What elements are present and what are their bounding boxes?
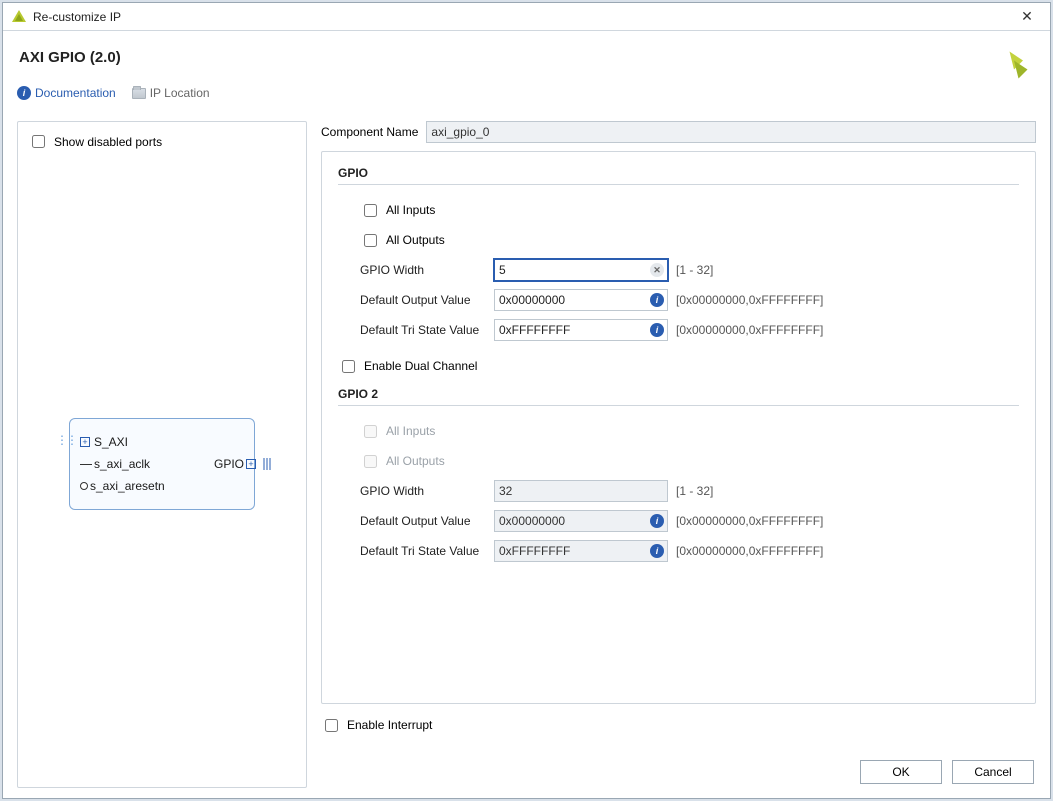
gpio2-default-tri-range: [0x00000000,0xFFFFFFFF] <box>676 544 823 558</box>
config-pane: Component Name GPIO All Inputs <box>321 121 1036 788</box>
gpio-width-label: GPIO Width <box>360 263 486 277</box>
component-name-label: Component Name <box>321 125 418 139</box>
enable-interrupt-label: Enable Interrupt <box>347 718 432 732</box>
vivado-logo-icon <box>996 47 1032 83</box>
app-icon <box>11 9 27 25</box>
preview-pane: Show disabled ports ⋮⋮ + S_AXI s_axi_acl… <box>17 121 307 788</box>
gpio2-width-range: [1 - 32] <box>676 484 713 498</box>
ip-location-label: IP Location <box>150 86 210 100</box>
dialog-footer: OK Cancel <box>321 750 1036 788</box>
info-icon: i <box>17 86 31 100</box>
info-icon[interactable]: i <box>650 293 664 307</box>
dialog-window: Re-customize IP ✕ AXI GPIO (2.0) i Docum… <box>2 2 1051 799</box>
port-aclk: s_axi_aclk <box>94 457 150 471</box>
gpio-all-inputs-checkbox[interactable]: All Inputs <box>360 201 435 220</box>
ip-symbol-canvas: ⋮⋮ + S_AXI s_axi_aclk s_axi_aresetn <box>28 151 296 777</box>
gpio-all-outputs-label: All Outputs <box>386 233 445 247</box>
ip-title: AXI GPIO (2.0) <box>19 49 121 66</box>
gpio2-width-label: GPIO Width <box>360 484 486 498</box>
gpio2-all-outputs-input <box>364 455 377 468</box>
window-title: Re-customize IP <box>33 10 1012 24</box>
gpio-width-range: [1 - 32] <box>676 263 713 277</box>
gpio-default-tri-label: Default Tri State Value <box>360 323 486 337</box>
show-disabled-ports-checkbox[interactable]: Show disabled ports <box>28 132 296 151</box>
bus-dots-icon: ⋮⋮ <box>56 433 76 447</box>
gpio2-all-inputs-checkbox: All Inputs <box>360 422 435 441</box>
show-disabled-ports-label: Show disabled ports <box>54 135 162 149</box>
gpio-default-output-input[interactable] <box>494 289 668 311</box>
expand-icon[interactable]: + <box>80 437 90 447</box>
clear-icon[interactable]: ✕ <box>650 263 664 277</box>
info-icon: i <box>650 544 664 558</box>
enable-dual-channel-input[interactable] <box>342 360 355 373</box>
folder-icon <box>132 88 146 99</box>
gpio-default-tri-input[interactable] <box>494 319 668 341</box>
gpio2-all-outputs-label: All Outputs <box>386 454 445 468</box>
gpio-width-input[interactable] <box>494 259 668 281</box>
gpio-default-tri-range: [0x00000000,0xFFFFFFFF] <box>676 323 823 337</box>
gpio2-all-outputs-checkbox: All Outputs <box>360 452 445 471</box>
gpio2-width-input <box>494 480 668 502</box>
documentation-label: Documentation <box>35 86 116 100</box>
info-icon[interactable]: i <box>650 323 664 337</box>
expand-icon-gpio[interactable]: + <box>246 459 256 469</box>
port-aresetn: s_axi_aresetn <box>90 479 165 493</box>
port-gpio: GPIO <box>214 457 244 471</box>
enable-interrupt-input[interactable] <box>325 719 338 732</box>
titlebar: Re-customize IP ✕ <box>3 3 1050 31</box>
gpio-default-output-label: Default Output Value <box>360 293 486 307</box>
gpio-all-inputs-label: All Inputs <box>386 203 435 217</box>
info-icon: i <box>650 514 664 528</box>
gpio2-all-inputs-label: All Inputs <box>386 424 435 438</box>
clk-stub-icon <box>80 464 92 465</box>
gpio2-heading: GPIO 2 <box>338 387 1019 406</box>
gpio2-default-output-input <box>494 510 668 532</box>
toolbar: i Documentation IP Location <box>17 84 1036 111</box>
cancel-button[interactable]: Cancel <box>952 760 1034 784</box>
gpio-default-output-range: [0x00000000,0xFFFFFFFF] <box>676 293 823 307</box>
gpio-all-inputs-input[interactable] <box>364 204 377 217</box>
gpio-all-outputs-checkbox[interactable]: All Outputs <box>360 231 445 250</box>
gpio2-default-tri-label: Default Tri State Value <box>360 544 486 558</box>
ok-button[interactable]: OK <box>860 760 942 784</box>
enable-dual-channel-label: Enable Dual Channel <box>364 359 477 373</box>
bus-bars-icon <box>262 457 272 471</box>
enable-dual-channel-checkbox[interactable]: Enable Dual Channel <box>338 357 477 376</box>
documentation-link[interactable]: i Documentation <box>17 86 116 100</box>
ip-location-link[interactable]: IP Location <box>132 86 210 100</box>
enable-interrupt-checkbox[interactable]: Enable Interrupt <box>321 716 432 735</box>
close-icon[interactable]: ✕ <box>1012 8 1042 25</box>
reset-stub-icon <box>80 482 88 490</box>
gpio2-default-output-range: [0x00000000,0xFFFFFFFF] <box>676 514 823 528</box>
config-group: GPIO All Inputs All Outputs <box>321 151 1036 704</box>
gpio2-default-tri-input <box>494 540 668 562</box>
gpio-all-outputs-input[interactable] <box>364 234 377 247</box>
ip-symbol: ⋮⋮ + S_AXI s_axi_aclk s_axi_aresetn <box>69 418 255 510</box>
show-disabled-ports-input[interactable] <box>32 135 45 148</box>
component-name-input[interactable] <box>426 121 1036 143</box>
gpio2-default-output-label: Default Output Value <box>360 514 486 528</box>
gpio2-all-inputs-input <box>364 425 377 438</box>
gpio-heading: GPIO <box>338 166 1019 185</box>
port-s-axi: S_AXI <box>94 435 128 449</box>
